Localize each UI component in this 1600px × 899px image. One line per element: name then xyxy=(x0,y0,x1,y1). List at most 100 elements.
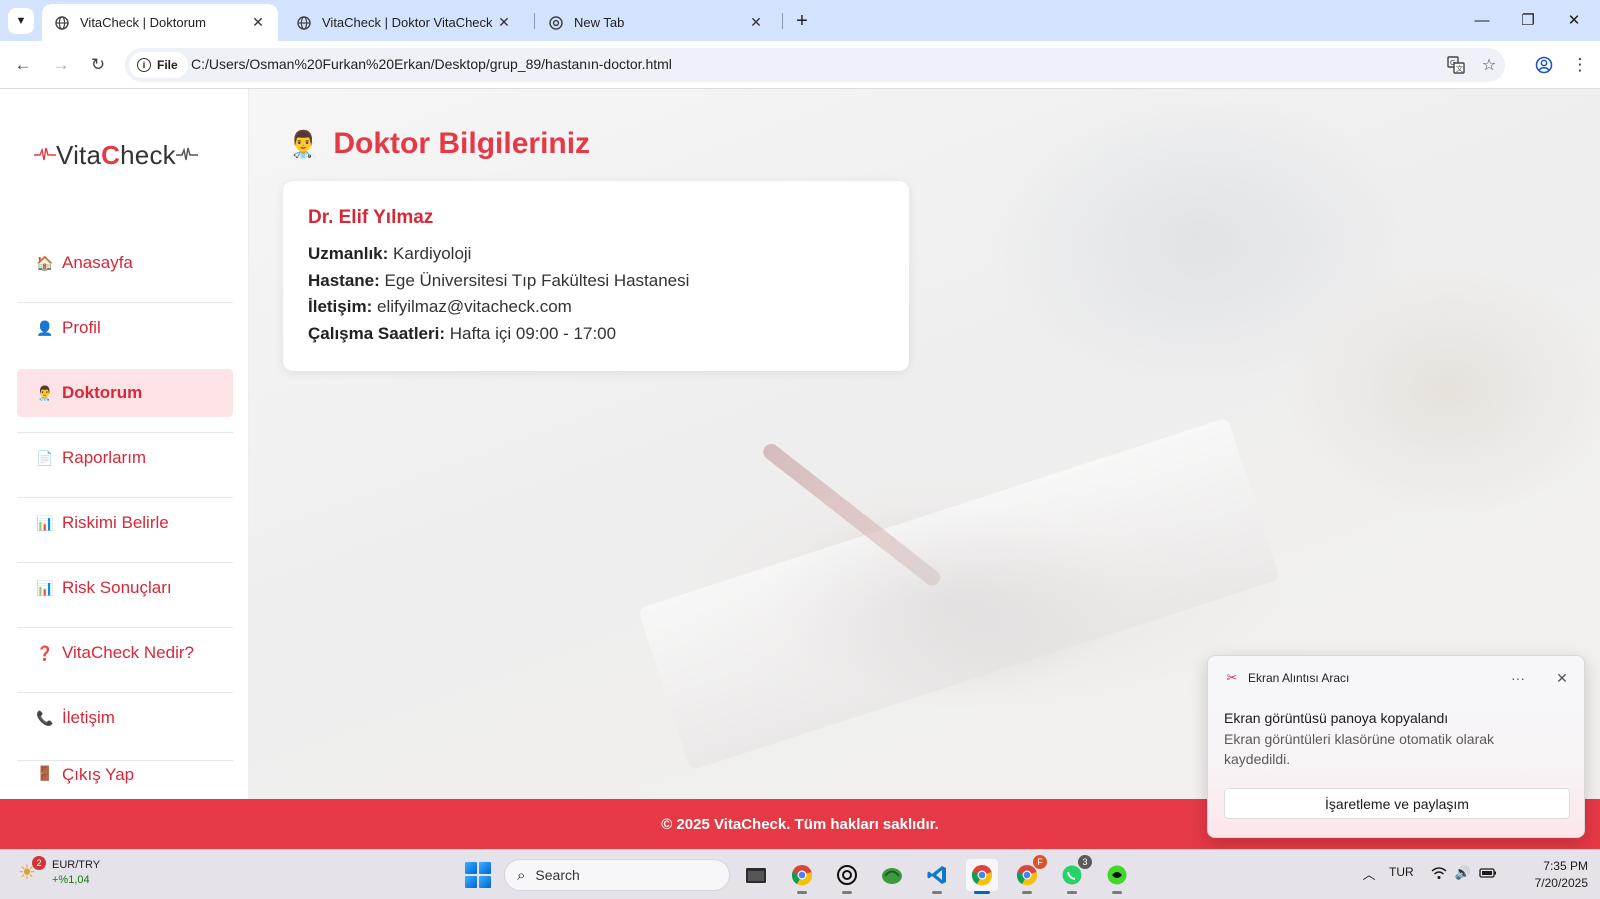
footer-text: © 2025 VitaCheck. Tüm hakları saklıdır. xyxy=(661,815,939,833)
field-label: İletişim: xyxy=(308,297,373,316)
sidebar-item-cikis-yap[interactable]: 🚪 Çıkış Yap xyxy=(17,762,233,798)
windows-start-icon[interactable] xyxy=(465,862,491,888)
bar-chart-icon: 📊 xyxy=(36,514,54,531)
close-icon[interactable]: ✕ xyxy=(1550,666,1574,690)
close-icon[interactable]: ✕ xyxy=(748,14,764,31)
globe-icon xyxy=(54,15,70,31)
new-tab-plus-icon[interactable]: + xyxy=(789,8,815,34)
window-close-icon[interactable]: ✕ xyxy=(1554,6,1594,34)
sidebar-item-risk-sonuclari[interactable]: 📊 Risk Sonuçları xyxy=(17,564,233,612)
field-label: Uzmanlık: xyxy=(308,244,389,263)
divider xyxy=(17,497,233,498)
tab-separator xyxy=(534,13,535,29)
currency-change: +%1,04 xyxy=(52,874,90,886)
browser-tab-strip: ▼ VitaCheck | Doktorum ✕ VitaCheck | Dok… xyxy=(0,0,1600,41)
unread-badge: 3 xyxy=(1078,855,1092,869)
sidebar-item-iletisim[interactable]: 📞 İletişim xyxy=(17,694,233,742)
forward-arrow-icon[interactable]: → xyxy=(47,51,75,79)
bookmark-star-icon[interactable]: ☆ xyxy=(1478,54,1500,76)
sidebar-item-label: Risk Sonuçları xyxy=(62,578,172,597)
snipping-tool-notification[interactable]: ✂ Ekran Alıntısı Aracı ··· ✕ Ekran görün… xyxy=(1207,655,1585,838)
divider xyxy=(17,627,233,628)
vscode-icon[interactable] xyxy=(921,859,953,894)
chatgpt-icon[interactable] xyxy=(831,859,863,894)
address-bar[interactable]: i File C:/Users/Osman%20Furkan%20Erkan/D… xyxy=(125,48,1505,82)
currency-widget[interactable]: ☀ 2 EUR/TRY +%1,04 xyxy=(18,856,100,888)
browser-toolbar: ← → ↻ i File C:/Users/Osman%20Furkan%20E… xyxy=(0,41,1600,89)
phone-icon: 📞 xyxy=(36,709,54,726)
battery-icon[interactable] xyxy=(1477,862,1499,884)
running-indicator xyxy=(797,891,807,894)
running-indicator xyxy=(1067,891,1077,894)
tab-vitacheck-doktorum[interactable]: VitaCheck | Doktorum ✕ xyxy=(42,4,278,41)
profile-badge: F xyxy=(1033,855,1047,869)
vitacheck-logo[interactable]: VitaCheck xyxy=(34,137,218,173)
heartbeat-pulse-icon xyxy=(175,147,198,161)
divider xyxy=(17,302,233,303)
tab-new-tab[interactable]: New Tab ✕ xyxy=(536,4,776,41)
divider xyxy=(17,760,233,761)
running-indicator xyxy=(932,891,942,894)
snipping-tool-icon: ✂ xyxy=(1226,670,1238,685)
tab-search-chevron-down-icon[interactable]: ▼ xyxy=(8,8,34,34)
tab-vitacheck-doktor[interactable]: VitaCheck | Doktor VitaCheck N ✕ xyxy=(284,4,524,41)
currency-pair: EUR/TRY xyxy=(52,859,101,871)
close-icon[interactable]: ✕ xyxy=(496,14,512,31)
system-clock[interactable]: 7:35 PM 7/20/2025 xyxy=(1510,858,1588,892)
site-info-chip[interactable]: i File xyxy=(129,52,188,78)
kebab-menu-icon[interactable]: ⋮ xyxy=(1566,51,1594,79)
sidebar-item-label: Profil xyxy=(62,318,101,337)
razer-icon[interactable] xyxy=(1101,859,1133,894)
running-indicator xyxy=(1022,891,1032,894)
tab-title: New Tab xyxy=(574,15,625,30)
sidebar-item-label: VitaCheck Nedir? xyxy=(62,643,194,662)
divider xyxy=(17,692,233,693)
site-chip-label: File xyxy=(157,58,178,72)
notification-body: Ekran görüntüleri klasörüne otomatik ola… xyxy=(1224,731,1495,767)
sidebar-item-label: Anasayfa xyxy=(62,253,133,272)
sidebar-item-label: İletişim xyxy=(62,708,115,727)
speaker-icon[interactable]: 🔊 xyxy=(1452,862,1474,884)
url-text[interactable]: C:/Users/Osman%20Furkan%20Erkan/Desktop/… xyxy=(191,56,672,72)
doctor-icon: 👨‍⚕️ xyxy=(36,384,54,401)
restore-icon[interactable]: ❐ xyxy=(1508,6,1548,34)
widget-text: EUR/TRY +%1,04 xyxy=(52,858,100,888)
more-options-icon[interactable]: ··· xyxy=(1506,666,1530,690)
chrome-icon xyxy=(548,15,564,31)
sidebar-item-raporlarim[interactable]: 📄 Raporlarım xyxy=(17,434,233,482)
wifi-icon[interactable] xyxy=(1428,862,1450,884)
info-icon: i xyxy=(137,58,151,72)
app-green-icon[interactable] xyxy=(876,859,908,891)
bar-chart-icon: 📊 xyxy=(36,579,54,596)
close-icon[interactable]: ✕ xyxy=(250,14,266,31)
taskbar-search[interactable]: ⌕ Search xyxy=(504,859,730,891)
sidebar-item-doktorum[interactable]: 👨‍⚕️ Doktorum xyxy=(17,369,233,417)
profile-icon[interactable] xyxy=(1530,51,1558,79)
sidebar-item-vitacheck-nedir[interactable]: ❓ VitaCheck Nedir? xyxy=(17,629,233,677)
show-hidden-icons-chevron-up-icon[interactable]: ︿ xyxy=(1358,862,1380,884)
notification-header: ✂ Ekran Alıntısı Aracı xyxy=(1224,670,1350,686)
markup-and-share-button[interactable]: İşaretleme ve paylaşım xyxy=(1224,788,1570,819)
input-language[interactable]: TUR xyxy=(1389,865,1414,879)
sidebar-item-riskimi-belirle[interactable]: 📊 Riskimi Belirle xyxy=(17,499,233,547)
page-title: 👨‍⚕️ Doktor Bilgileriniz xyxy=(287,127,590,161)
sidebar-item-anasayfa[interactable]: 🏠 Anasayfa xyxy=(17,239,233,287)
document-icon: 📄 xyxy=(36,449,54,466)
sidebar-item-profil[interactable]: 👤 Profil xyxy=(17,304,233,352)
globe-icon xyxy=(296,15,312,31)
running-indicator xyxy=(842,891,852,894)
translate-icon[interactable]: G文 xyxy=(1445,54,1467,76)
minimize-icon[interactable]: — xyxy=(1462,6,1502,34)
chrome-icon[interactable] xyxy=(786,859,818,894)
file-explorer-icon[interactable] xyxy=(740,859,772,891)
clock-date: 7/20/2025 xyxy=(1534,876,1588,890)
whatsapp-icon[interactable]: 3 xyxy=(1056,855,1092,894)
question-icon: ❓ xyxy=(36,644,54,661)
doctor-icon: 👨‍⚕️ xyxy=(287,128,320,159)
svg-text:文: 文 xyxy=(1456,64,1463,73)
field-value: Ege Üniversitesi Tıp Fakültesi Hastanesi xyxy=(384,270,690,290)
chrome-active-icon[interactable] xyxy=(966,859,998,894)
back-arrow-icon[interactable]: ← xyxy=(9,51,37,79)
chrome-profile-icon[interactable]: F xyxy=(1011,855,1047,894)
reload-icon[interactable]: ↻ xyxy=(84,51,112,79)
